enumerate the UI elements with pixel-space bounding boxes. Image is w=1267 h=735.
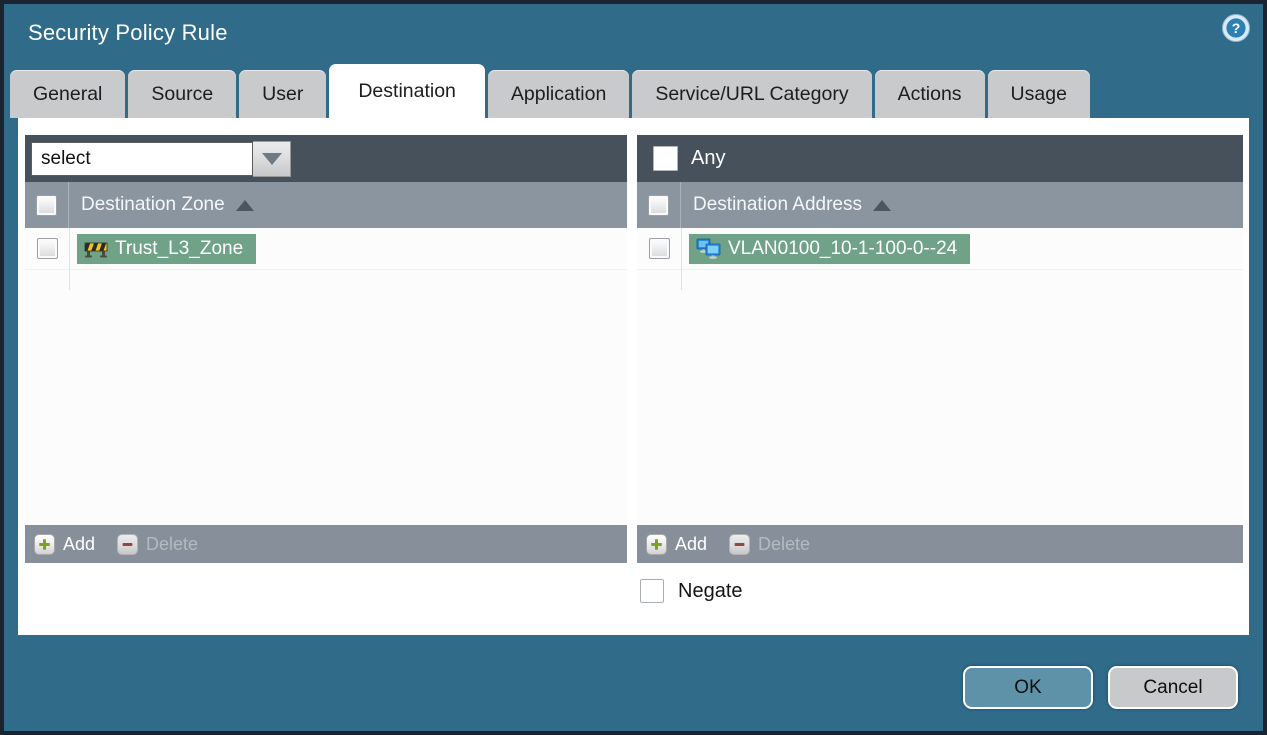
address-select-all-cell (637, 182, 681, 228)
address-any-bar: Any (637, 135, 1243, 182)
negate-control: Negate (640, 579, 743, 603)
address-add-button[interactable]: Add (646, 533, 708, 555)
chevron-down-icon (261, 152, 282, 165)
address-add-label: Add (675, 533, 708, 554)
zone-barrier-icon (84, 242, 108, 257)
zone-select-all-checkbox[interactable] (36, 194, 57, 216)
zone-delete-label: Delete (146, 533, 199, 554)
zone-item-trust-l3-zone[interactable]: Trust_L3_Zone (77, 233, 257, 264)
address-delete-button: Delete (729, 533, 811, 555)
sort-ascending-icon[interactable] (235, 199, 254, 211)
tab-general[interactable]: General (10, 70, 126, 118)
address-panel-toolbar: Add Delete (637, 525, 1243, 563)
zone-item-label: Trust_L3_Zone (115, 237, 244, 259)
plus-icon (34, 533, 55, 555)
zone-type-select (31, 140, 291, 177)
address-select-all-checkbox[interactable] (648, 194, 669, 216)
address-delete-label: Delete (758, 533, 811, 554)
tab-user[interactable]: User (239, 70, 327, 118)
zone-add-label: Add (63, 533, 96, 554)
zone-select-all-cell (25, 182, 69, 228)
zone-delete-button: Delete (117, 533, 199, 555)
address-list-item: VLAN0100_10-1-100-0--24 (637, 228, 1243, 270)
any-checkbox[interactable] (653, 146, 678, 171)
address-item-label: VLAN0100_10-1-100-0--24 (728, 237, 958, 259)
zone-type-select-input[interactable] (31, 141, 253, 176)
zone-list-item: Trust_L3_Zone (25, 228, 627, 270)
sort-ascending-icon[interactable] (873, 199, 891, 211)
destination-zone-panel: Destination Zone (25, 135, 627, 563)
address-row-checkbox[interactable] (648, 238, 670, 259)
zone-add-button[interactable]: Add (34, 533, 96, 555)
zone-select-bar (25, 135, 627, 182)
ok-button[interactable]: OK (963, 666, 1093, 709)
address-list: VLAN0100_10-1-100-0--24 (637, 228, 1243, 525)
zone-column-title: Destination Zone (81, 194, 225, 215)
tab-application[interactable]: Application (487, 70, 630, 118)
minus-icon (117, 533, 139, 555)
minus-icon (729, 533, 751, 555)
title-bar: Security Policy Rule ? (4, 4, 1263, 62)
tab-destination[interactable]: Destination (329, 64, 485, 118)
network-computers-icon (696, 238, 721, 259)
tab-bar: General Source User Destination Applicat… (10, 64, 1263, 118)
zone-column-header: Destination Zone (25, 182, 627, 228)
tab-usage[interactable]: Usage (987, 70, 1090, 118)
zone-list: Trust_L3_Zone (25, 228, 627, 525)
zone-panel-toolbar: Add Delete (25, 525, 627, 563)
cancel-button[interactable]: Cancel (1108, 666, 1238, 709)
zone-type-select-dropdown-button[interactable] (253, 140, 291, 177)
address-column-title: Destination Address (693, 194, 862, 215)
help-question-icon[interactable]: ? (1221, 13, 1251, 43)
destination-address-panel: Any Destination Address VLAN0100_10-1-10… (637, 135, 1243, 563)
zone-row-checkbox[interactable] (36, 238, 58, 259)
any-label: Any (691, 147, 726, 169)
svg-text:?: ? (1232, 20, 1241, 36)
dialog-title: Security Policy Rule (28, 20, 228, 45)
address-column-header: Destination Address (637, 182, 1243, 228)
tab-service-url-category[interactable]: Service/URL Category (632, 70, 872, 118)
tab-actions[interactable]: Actions (874, 70, 985, 118)
tab-source[interactable]: Source (128, 70, 237, 118)
destination-tab-content: Destination Zone (18, 118, 1249, 635)
negate-label: Negate (678, 579, 743, 602)
address-item-vlan0100[interactable]: VLAN0100_10-1-100-0--24 (689, 233, 971, 264)
plus-icon (646, 533, 667, 555)
security-policy-rule-dialog: Security Policy Rule ? General Source Us… (0, 0, 1267, 735)
negate-checkbox[interactable] (640, 579, 664, 603)
